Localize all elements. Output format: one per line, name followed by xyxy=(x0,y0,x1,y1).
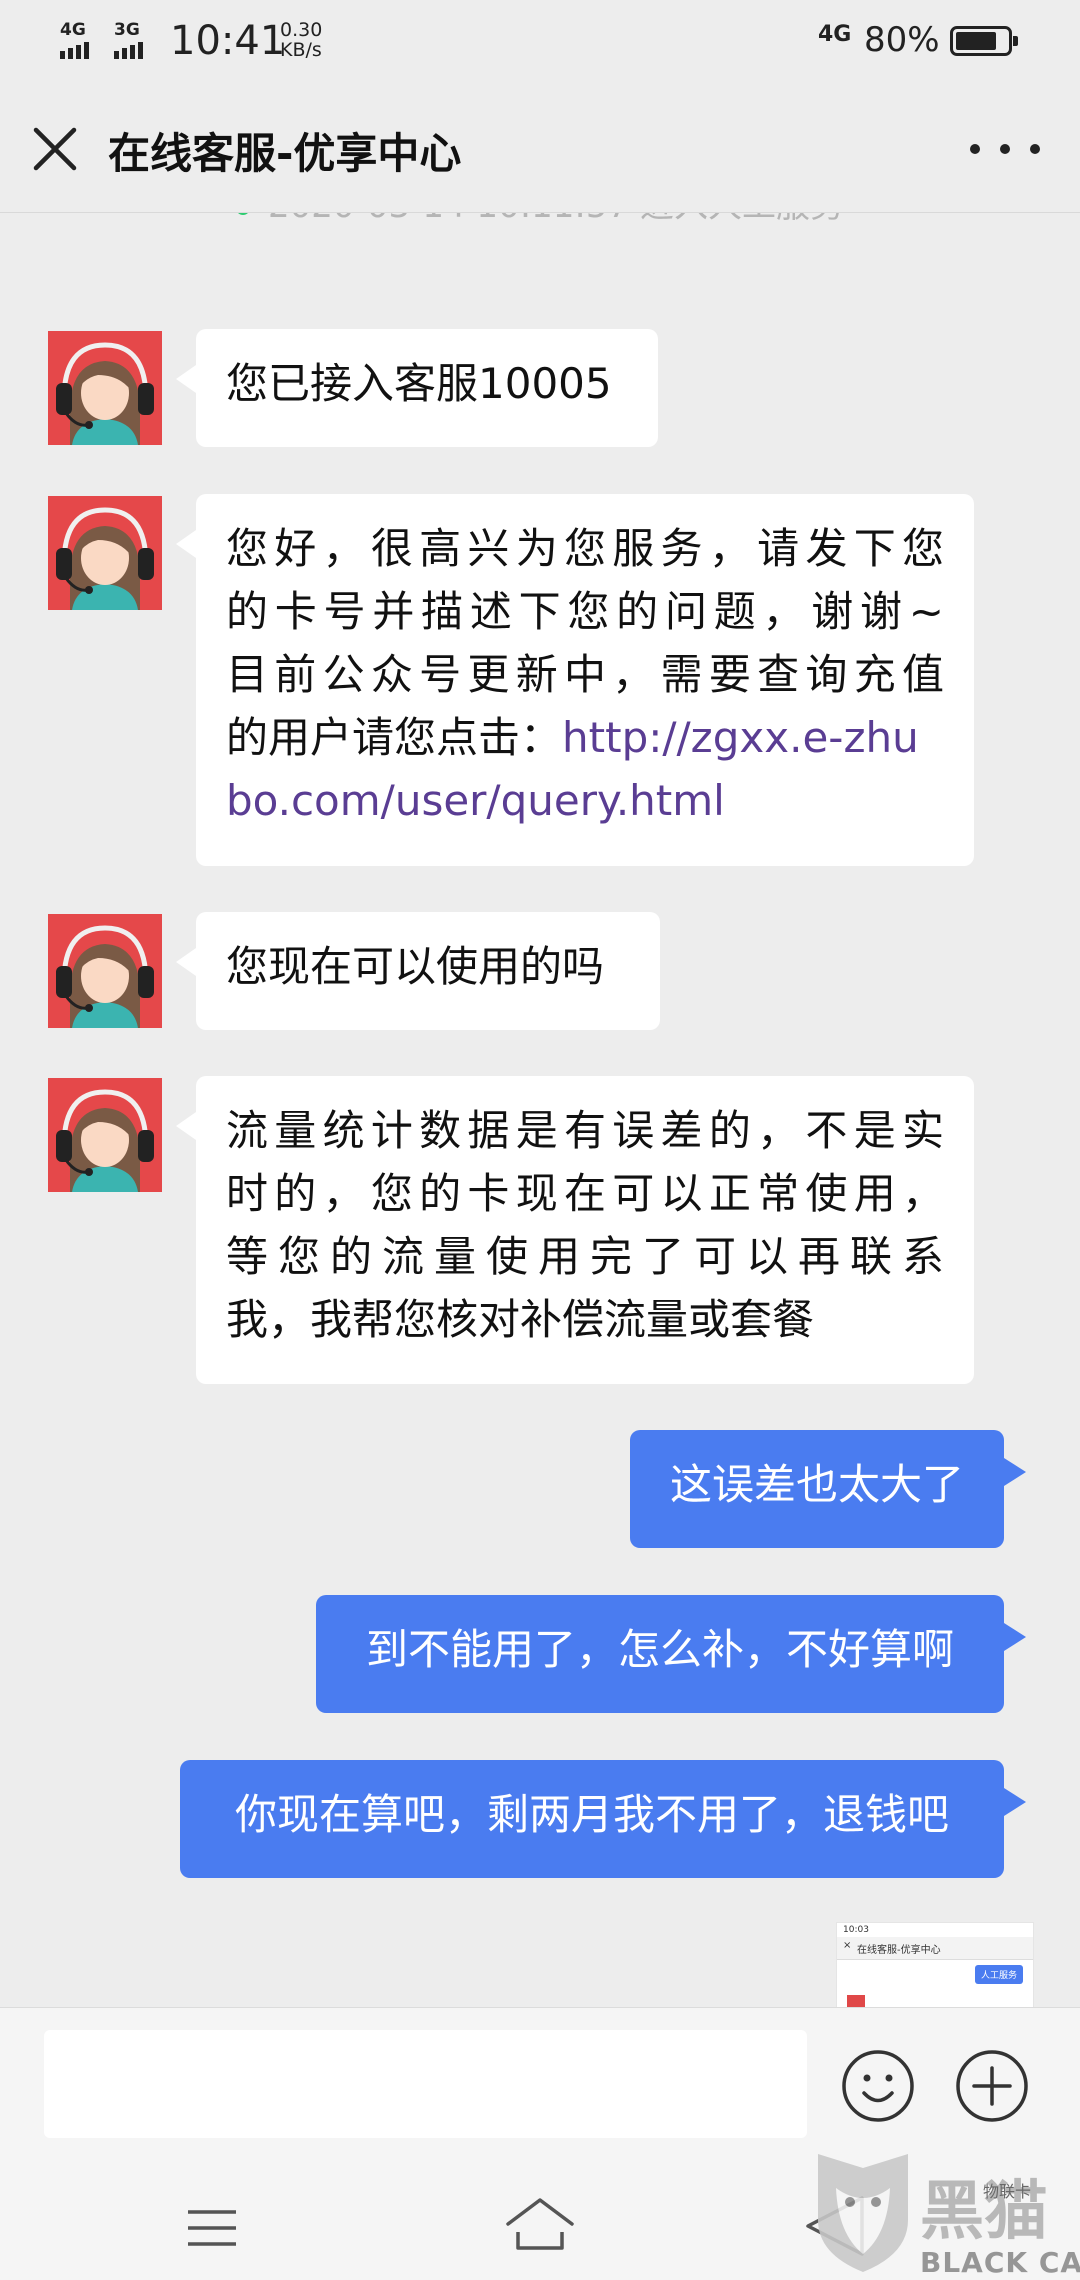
speed-value: 0.30 xyxy=(280,19,323,41)
user-message-bubble[interactable]: 你现在算吧，剩两月我不用了，退钱吧 xyxy=(180,1760,1026,1878)
agent-avatar[interactable] xyxy=(48,496,162,610)
agent-avatar-icon xyxy=(48,1078,162,1192)
query-link-continued[interactable]: bo.com/user/query.html xyxy=(226,776,725,825)
menu-icon xyxy=(188,2210,236,2246)
speed-unit: KB/s xyxy=(280,39,322,61)
message-line: 等您的流量使用完了可以再联系 xyxy=(226,1232,944,1281)
message-text: 您现在可以使用的吗 xyxy=(226,942,605,991)
signal-4g-icon: 4G xyxy=(60,20,89,59)
emoji-button[interactable] xyxy=(840,2048,916,2124)
thumbnail-avatar xyxy=(847,1995,865,2007)
user-message-bubble[interactable]: 这误差也太大了 xyxy=(630,1430,1026,1548)
status-bar: 4G 3G 10:41 0.30 KB/s 4G 80% xyxy=(0,0,1080,84)
agent-avatar-icon xyxy=(48,496,162,610)
navigation-bar xyxy=(0,2172,1080,2280)
message-text: 您已接入客服10005 xyxy=(226,359,612,408)
message-line: 您好，很高兴为您服务，请发下您 xyxy=(226,524,944,573)
signal-3g-icon: 3G xyxy=(114,20,143,59)
more-icon-dot xyxy=(1030,144,1040,154)
page-title: 在线客服-优享中心 xyxy=(108,129,462,178)
network-4g-icon: 4G xyxy=(818,22,851,47)
agent-avatar[interactable] xyxy=(48,331,162,445)
message-text: 这误差也太大了 xyxy=(669,1460,964,1509)
home-button[interactable] xyxy=(504,2194,576,2254)
network-type-right: 4G xyxy=(818,22,852,47)
agent-avatar[interactable] xyxy=(48,914,162,1028)
more-icon-dot xyxy=(1000,144,1010,154)
thumbnail-time: 10:03 xyxy=(843,1925,869,1935)
more-icon-dot xyxy=(970,144,980,154)
message-line: 的卡号并描述下您的问题，谢谢~ xyxy=(226,587,944,636)
message-input[interactable] xyxy=(44,2030,807,2138)
agent-message-bubble[interactable]: 您好，很高兴为您服务，请发下您 的卡号并描述下您的问题，谢谢~ 目前公众号更新中… xyxy=(176,494,974,866)
message-text: 你现在算吧，剩两月我不用了，退钱吧 xyxy=(234,1790,949,1839)
agent-avatar-icon xyxy=(48,914,162,1028)
thumbnail-tag: 人工服务 xyxy=(974,1965,1023,1984)
agent-message-bubble[interactable]: 流量统计数据是有误差的，不是实 时的，您的卡现在可以正常使用， 等您的流量使用完… xyxy=(176,1076,974,1384)
message-line: 的用户请您点击：http://zgxx.e-zhu xyxy=(226,706,944,769)
agent-avatar-icon xyxy=(48,331,162,445)
agent-message-bubble[interactable]: 您现在可以使用的吗 xyxy=(176,912,660,1030)
message-line: 我，我帮您核对补偿流量或套餐 xyxy=(226,1295,815,1344)
user-message-bubble[interactable]: 到不能用了，怎么补，不好算啊 xyxy=(316,1595,1026,1713)
title-bar: 在线客服-优享中心 xyxy=(0,84,1080,213)
close-icon xyxy=(33,127,77,171)
message-line-prefix: 的用户请您点击： xyxy=(226,713,563,762)
clock: 10:41 xyxy=(170,18,286,64)
home-icon xyxy=(506,2198,574,2250)
battery-icon xyxy=(950,26,1018,56)
message-text: 到不能用了，怎么补，不好算啊 xyxy=(365,1625,954,1674)
recent-apps-button[interactable] xyxy=(186,2208,238,2248)
network-speed: 0.30 KB/s xyxy=(280,20,322,60)
more-button[interactable] xyxy=(970,124,1040,174)
thumbnail-header: × 在线客服-优享中心 xyxy=(837,1937,1033,1960)
battery-percent: 80% xyxy=(864,20,940,60)
back-icon xyxy=(806,2196,864,2256)
close-button[interactable] xyxy=(28,122,82,176)
more-options-button[interactable] xyxy=(954,2048,1030,2124)
message-line: 时的，您的卡现在可以正常使用， xyxy=(226,1169,944,1218)
network-type-2: 3G xyxy=(114,20,140,40)
system-message: 2020-03-14 10:11:57 进入人工服务 xyxy=(0,212,1080,227)
message-line: bo.com/user/query.html xyxy=(226,769,944,832)
agent-message-bubble[interactable]: 您已接入客服10005 xyxy=(176,329,658,447)
thumbnail-close-icon: × xyxy=(843,1940,852,1951)
message-line: 流量统计数据是有误差的，不是实 xyxy=(226,1106,944,1155)
network-type-1: 4G xyxy=(60,20,86,40)
thumbnail-title: 在线客服-优享中心 xyxy=(857,1945,941,1956)
emoji-icon xyxy=(842,2050,914,2122)
plus-icon xyxy=(956,2050,1028,2122)
system-message-text: 2020-03-14 10:11:57 进入人工服务 xyxy=(268,212,844,226)
message-line: 目前公众号更新中，需要查询充值 xyxy=(226,650,944,699)
back-button[interactable] xyxy=(800,2194,870,2258)
agent-avatar[interactable] xyxy=(48,1078,162,1192)
chat-area[interactable]: 2020-03-14 10:11:57 进入人工服务 您已接入客服10005 xyxy=(0,212,1080,2007)
input-bar xyxy=(0,2007,1080,2173)
query-link[interactable]: http://zgxx.e-zhu xyxy=(562,713,919,762)
screenshot-image-message[interactable]: 10:03 × 在线客服-优享中心 人工服务 xyxy=(836,1922,1034,2007)
